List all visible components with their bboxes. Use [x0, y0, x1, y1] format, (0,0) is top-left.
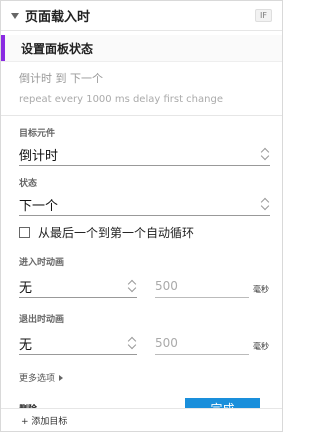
summary-line-1: 倒计时 到 下一个: [19, 72, 103, 85]
updown-icon: [127, 278, 137, 294]
event-header[interactable]: 页面载入时 IF: [1, 1, 282, 31]
exit-anim-value: 无: [19, 337, 33, 353]
interaction-panel: 页面载入时 IF 设置面板状态 倒计时 到 下一个 repeat every 1…: [0, 0, 283, 432]
target-value: 倒计时: [19, 148, 59, 164]
state-value: 下一个: [19, 198, 59, 214]
event-title: 页面载入时: [25, 10, 91, 25]
more-options-toggle[interactable]: 更多选项: [19, 371, 270, 384]
summary-line-2: repeat every 1000 ms delay first change: [19, 94, 223, 105]
state-label: 状态: [19, 179, 38, 189]
loop-checkbox-row[interactable]: 从最后一个到第一个自动循环: [19, 224, 270, 241]
enter-anim-label: 进入时动画: [19, 258, 65, 268]
loop-checkbox-label: 从最后一个到第一个自动循环: [38, 226, 195, 240]
more-options-label: 更多选项: [19, 374, 56, 384]
exit-duration-unit: 毫秒: [253, 342, 269, 351]
updown-icon: [260, 146, 270, 162]
target-select[interactable]: 倒计时: [19, 143, 270, 166]
add-target-button[interactable]: + 添加目标: [1, 408, 282, 431]
enter-duration-unit: 毫秒: [253, 285, 269, 294]
exit-duration-input[interactable]: 500: [155, 332, 249, 355]
enter-anim-value: 无: [19, 280, 33, 296]
action-form: 目标元件 倒计时 状态 下一个 从最后一个到第一个自动循环 进入时动画 无 50…: [1, 126, 282, 418]
enter-anim-select[interactable]: 无: [19, 275, 137, 298]
enter-duration-input[interactable]: 500: [155, 275, 249, 298]
action-summary: 倒计时 到 下一个 repeat every 1000 ms delay fir…: [1, 62, 282, 116]
exit-anim-row: 无 500 毫秒: [19, 328, 270, 355]
action-label: 设置面板状态: [21, 41, 94, 56]
caret-down-icon[interactable]: [11, 12, 19, 19]
updown-icon: [260, 196, 270, 212]
action-item[interactable]: 设置面板状态: [1, 35, 282, 62]
state-select[interactable]: 下一个: [19, 193, 270, 216]
if-badge[interactable]: IF: [255, 9, 272, 22]
exit-anim-label: 退出时动画: [19, 315, 65, 325]
loop-checkbox[interactable]: [19, 227, 30, 238]
enter-anim-row: 无 500 毫秒: [19, 271, 270, 298]
updown-icon: [127, 335, 137, 351]
target-label: 目标元件: [19, 129, 56, 139]
exit-anim-select[interactable]: 无: [19, 332, 137, 355]
caret-right-icon: [59, 374, 64, 381]
